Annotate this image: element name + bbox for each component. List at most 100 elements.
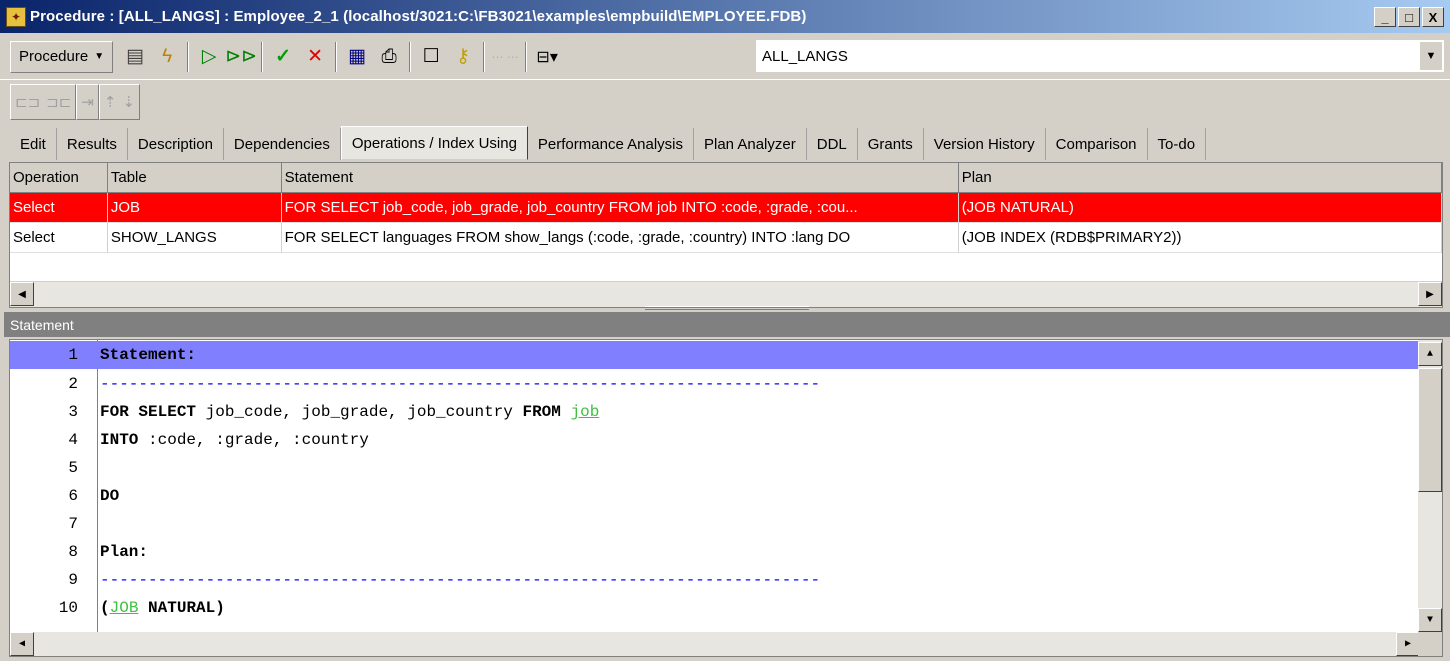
editor-horizontal-scrollbar[interactable]: ◀ ▶ [10,632,1420,656]
column-header-table[interactable]: Table [107,163,282,193]
cell-operation: Select [10,193,108,223]
tab-comparison[interactable]: Comparison [1046,128,1148,160]
chevron-down-icon: ▼ [94,51,105,62]
column-header-operation[interactable]: Operation [10,163,108,193]
keyword: NATURAL [148,599,216,617]
splitter-handle[interactable] [645,306,809,310]
window-title: Procedure : [ALL_LANGS] : Employee_2_1 (… [30,8,807,25]
code-line: 5 [10,454,1420,482]
keyword: INTO [100,431,139,449]
table-row[interactable]: Select JOB FOR SELECT job_code, job_grad… [10,193,1443,223]
editor-tabs: Edit Results Description Dependencies Operat… [10,126,1450,160]
close-button[interactable]: X [1422,7,1444,27]
rollback-icon[interactable]: ✕ [301,41,329,73]
object-link[interactable]: job [570,403,599,421]
move-up-icon: ⇡ [103,94,117,111]
code-fragment: ( [100,599,110,617]
code-line: 9 --------------------------------------… [10,566,1420,594]
maximize-button[interactable]: □ [1398,7,1420,27]
tab-version-history[interactable]: Version History [924,128,1046,160]
template-icon[interactable]: ⊟▾ [533,41,561,73]
scroll-left-icon[interactable]: ◀ [10,632,34,656]
cell-statement: FOR SELECT languages FROM show_langs (:c… [281,223,959,253]
code-line: 1 Statement: [10,341,1420,369]
statement-panel-header: Statement [4,312,1450,337]
print-icon[interactable]: ⎙ [375,41,403,73]
keys-icon[interactable]: ⚷ [449,41,477,73]
code-text: ----------------------------------------… [100,571,821,589]
compile-icon[interactable]: ϟ [153,41,181,73]
tab-to-do[interactable]: To-do [1148,128,1207,160]
scroll-up-icon[interactable]: ▲ [1418,342,1442,366]
commit-icon[interactable]: ✓ [269,41,297,73]
code-text: Statement: [100,346,197,364]
statement-editor[interactable]: 1 Statement: 2 -------------------------… [9,339,1443,657]
procedure-selector-value: ALL_LANGS [762,47,848,65]
code-text: INTO :code, :grade, :country [100,431,369,449]
tab-grants[interactable]: Grants [858,128,924,160]
tab-results[interactable]: Results [57,128,128,160]
indent-icon: ⊏⊐ [15,94,41,111]
grid-editor-icon[interactable]: ▦ [343,41,371,73]
column-header-statement[interactable]: Statement [281,163,959,193]
object-link[interactable]: JOB [110,599,139,617]
procedure-menu-button[interactable]: Procedure ▼ [10,40,114,73]
minimize-button[interactable]: _ [1374,7,1396,27]
select-object-icon[interactable]: ☐ [417,41,445,73]
line-number: 7 [68,515,78,533]
outdent-icon: ⊐⊏ [46,94,72,111]
properties-icon[interactable]: ▤ [121,41,149,73]
column-header-plan[interactable]: Plan [958,163,1443,193]
move-icon: ⇥ [81,94,94,111]
line-number: 6 [68,487,78,505]
cell-plan: (JOB NATURAL) [958,193,1443,223]
scroll-left-icon[interactable]: ◀ [10,282,34,306]
code-fragment: ) [215,599,225,617]
procedure-selector[interactable]: ALL_LANGS ▼ [756,40,1444,72]
tab-plan-analyzer[interactable]: Plan Analyzer [694,128,807,160]
tab-ddl[interactable]: DDL [807,128,858,160]
grid-header: Operation Table Statement Plan [10,163,1443,193]
code-line: 7 [10,510,1420,538]
scroll-right-icon[interactable]: ▶ [1418,282,1442,306]
secondary-toolbar: ⊏⊐ ⊐⊏ ⇥ ⇡ ⇣ [0,81,1450,123]
cell-statement: FOR SELECT job_code, job_grade, job_coun… [281,193,959,223]
code-fragment: job_code, job_grade, job_country [196,403,523,421]
cell-operation: Select [10,223,108,253]
line-number: 3 [68,403,78,421]
scroll-thumb[interactable] [1418,368,1442,492]
code-line: 3 FOR SELECT job_code, job_grade, job_co… [10,398,1420,426]
cell-table: SHOW_LANGS [107,223,282,253]
tab-description[interactable]: Description [128,128,224,160]
table-row[interactable]: Select SHOW_LANGS FOR SELECT languages F… [10,223,1443,253]
chevron-down-icon[interactable]: ▼ [1420,42,1442,70]
line-number: 1 [68,346,78,364]
procedure-menu-label: Procedure [19,48,89,65]
app-icon: ✦ [6,6,26,27]
tab-dependencies[interactable]: Dependencies [224,128,341,160]
line-number: 5 [68,459,78,477]
code-text: DO [100,487,120,505]
grid-horizontal-scrollbar[interactable]: ◀ ▶ [10,281,1442,307]
tab-performance-analysis[interactable]: Performance Analysis [528,128,694,160]
window-titlebar: ✦ Procedure : [ALL_LANGS] : Employee_2_1… [0,0,1450,33]
scroll-down-icon[interactable]: ▼ [1418,608,1442,632]
line-number: 4 [68,431,78,449]
code-line: 6 DO [10,482,1420,510]
tab-operations-index-using[interactable]: Operations / Index Using [340,126,528,160]
editor-vertical-scrollbar[interactable]: ▲ ▼ [1418,340,1442,632]
resize-grip-icon[interactable] [1418,632,1442,656]
scroll-right-icon[interactable]: ▶ [1396,632,1420,656]
tab-edit[interactable]: Edit [10,128,57,160]
code-line: 8 Plan: [10,538,1420,566]
code-text: Plan: [100,543,149,561]
line-number: 2 [68,375,78,393]
code-fragment: :code, :grade, :country [138,431,369,449]
code-line: 2 --------------------------------------… [10,370,1420,398]
operations-grid: Operation Table Statement Plan Select JO… [9,162,1443,308]
keyword: FOR SELECT [100,403,197,421]
step-run-icon[interactable]: ⊳⊳ [225,41,257,73]
run-icon[interactable]: ▷ [195,41,223,73]
cell-plan: (JOB INDEX (RDB$PRIMARY2)) [958,223,1443,253]
disabled-action-icon: ⋯ ⋯ [491,49,519,64]
